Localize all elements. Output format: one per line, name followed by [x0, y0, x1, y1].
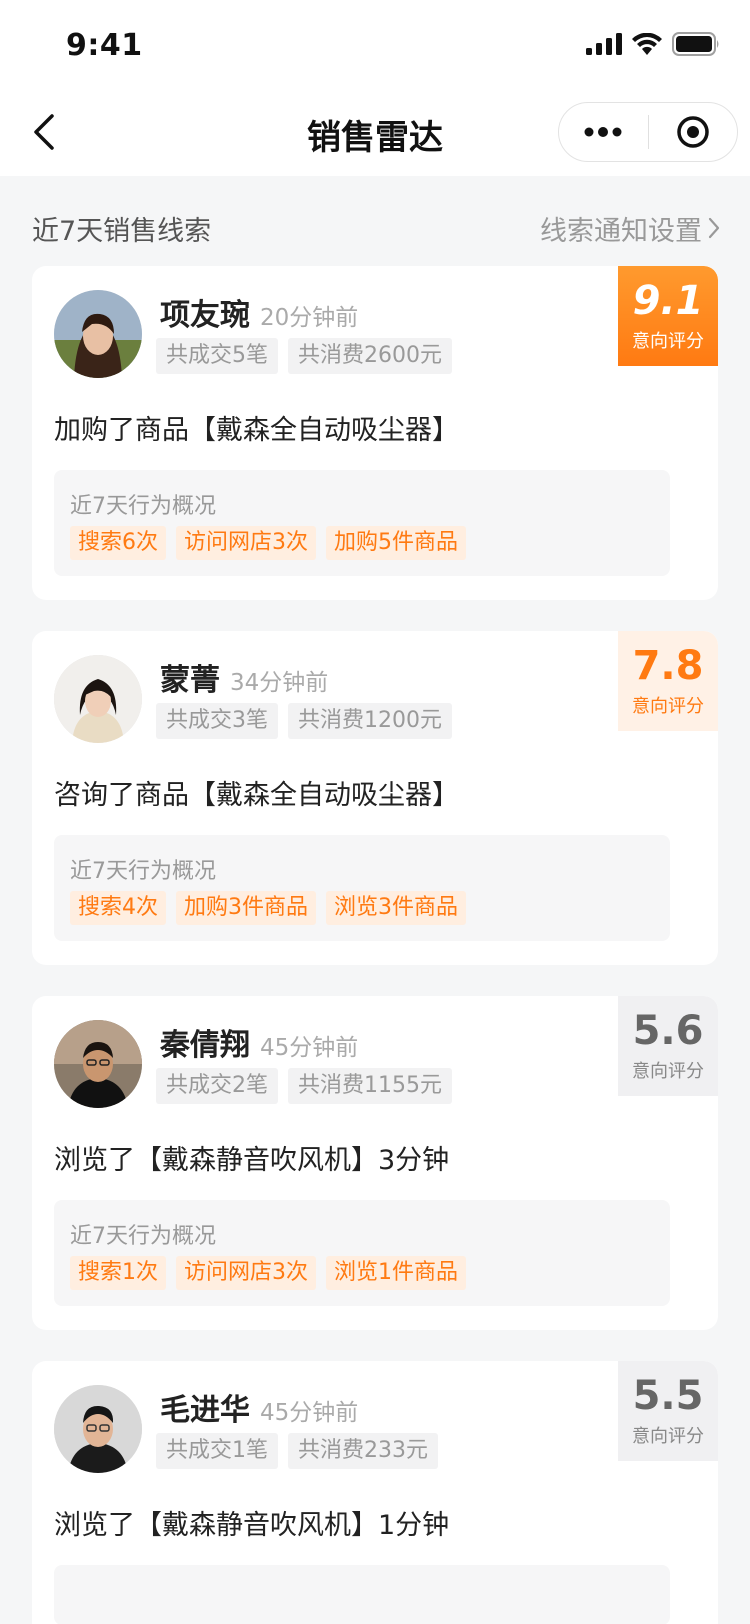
lead-time: 45分钟前 — [260, 1400, 359, 1426]
status-time: 9:41 — [66, 28, 143, 63]
avatar — [54, 1385, 142, 1473]
section-title: 近7天销售线索 — [32, 215, 212, 247]
stat-row: 共成交1笔 共消费233元 — [156, 1433, 438, 1469]
intent-score: 7.8 意向评分 — [618, 631, 718, 731]
behavior-title: 近7天行为概况 — [70, 494, 216, 519]
behavior-tag: 浏览3件商品 — [326, 891, 466, 925]
section-header: 近7天销售线索 线索通知设置 — [32, 208, 720, 248]
deal-count-badge: 共成交2笔 — [156, 1068, 278, 1104]
behavior-tag: 加购5件商品 — [326, 526, 466, 560]
spend-total-badge: 共消费1155元 — [288, 1068, 452, 1104]
behavior-tags: 搜索6次 访问网店3次 加购5件商品 — [70, 526, 466, 560]
lead-notification-settings-link[interactable]: 线索通知设置 — [540, 209, 720, 248]
behavior-summary: 近7天行为概况 搜索6次 访问网店3次 加购5件商品 — [54, 470, 670, 576]
behavior-title: 近7天行为概况 — [70, 859, 216, 884]
lead-name: 项友琬 — [160, 298, 250, 333]
score-value: 9.1 — [632, 278, 704, 324]
score-value: 7.8 — [632, 643, 704, 689]
behavior-tag: 访问网店3次 — [176, 526, 316, 560]
stat-row: 共成交5笔 共消费2600元 — [156, 338, 452, 374]
behavior-tag: 浏览1件商品 — [326, 1256, 466, 1290]
nav-bar: 销售雷达 — [0, 88, 750, 176]
spend-total-badge: 共消费233元 — [288, 1433, 438, 1469]
more-dots-icon — [584, 127, 622, 137]
behavior-tag: 搜索4次 — [70, 891, 166, 925]
intent-score: 5.5 意向评分 — [618, 1361, 718, 1461]
behavior-summary — [54, 1565, 670, 1624]
behavior-tags: 搜索1次 访问网店3次 浏览1件商品 — [70, 1256, 466, 1290]
behavior-summary: 近7天行为概况 搜索4次 加购3件商品 浏览3件商品 — [54, 835, 670, 941]
avatar — [54, 655, 142, 743]
avatar — [54, 1020, 142, 1108]
cellular-signal-icon — [586, 33, 622, 55]
lead-name: 毛进华 — [160, 1393, 250, 1428]
mini-program-capsule — [558, 102, 738, 162]
wifi-icon — [632, 33, 662, 55]
lead-action: 咨询了商品【戴森全自动吸尘器】 — [54, 780, 459, 811]
lead-card[interactable]: 项友琬 20分钟前 共成交5笔 共消费2600元 9.1 意向评分 加购了商品【… — [32, 266, 718, 600]
lead-name: 蒙菁 — [160, 663, 220, 698]
behavior-tag: 搜索6次 — [70, 526, 166, 560]
lead-time: 45分钟前 — [260, 1035, 359, 1061]
lead-time: 20分钟前 — [260, 305, 359, 331]
score-label: 意向评分 — [632, 1426, 704, 1447]
score-value: 5.5 — [632, 1373, 704, 1419]
lead-time: 34分钟前 — [230, 670, 329, 696]
lead-name: 秦倩翔 — [160, 1028, 250, 1063]
lead-card[interactable]: 秦倩翔 45分钟前 共成交2笔 共消费1155元 5.6 意向评分 浏览了【戴森… — [32, 996, 718, 1330]
lead-card[interactable]: 毛进华 45分钟前 共成交1笔 共消费233元 5.5 意向评分 浏览了【戴森静… — [32, 1361, 718, 1624]
behavior-tags: 搜索4次 加购3件商品 浏览3件商品 — [70, 891, 466, 925]
score-label: 意向评分 — [632, 696, 704, 717]
status-bar: 9:41 — [0, 0, 750, 88]
avatar — [54, 290, 142, 378]
spend-total-badge: 共消费2600元 — [288, 338, 452, 374]
behavior-title: 近7天行为概况 — [70, 1224, 216, 1249]
more-button[interactable] — [559, 103, 648, 161]
score-value: 5.6 — [632, 1008, 704, 1054]
score-label: 意向评分 — [632, 331, 704, 352]
score-label: 意向评分 — [632, 1061, 704, 1082]
target-circle-icon — [677, 116, 709, 148]
behavior-tag: 加购3件商品 — [176, 891, 316, 925]
intent-score: 9.1 意向评分 — [618, 266, 718, 366]
behavior-tag: 搜索1次 — [70, 1256, 166, 1290]
section-link-label: 线索通知设置 — [540, 215, 702, 247]
stat-row: 共成交3笔 共消费1200元 — [156, 703, 452, 739]
behavior-summary: 近7天行为概况 搜索1次 访问网店3次 浏览1件商品 — [54, 1200, 670, 1306]
spend-total-badge: 共消费1200元 — [288, 703, 452, 739]
intent-score: 5.6 意向评分 — [618, 996, 718, 1096]
deal-count-badge: 共成交5笔 — [156, 338, 278, 374]
lead-action: 加购了商品【戴森全自动吸尘器】 — [54, 415, 459, 446]
behavior-tag: 访问网店3次 — [176, 1256, 316, 1290]
deal-count-badge: 共成交3笔 — [156, 703, 278, 739]
lead-action: 浏览了【戴森静音吹风机】1分钟 — [54, 1510, 450, 1541]
lead-card[interactable]: 蒙菁 34分钟前 共成交3笔 共消费1200元 7.8 意向评分 咨询了商品【戴… — [32, 631, 718, 965]
chevron-right-icon — [708, 217, 720, 239]
close-mini-program-button[interactable] — [649, 103, 738, 161]
lead-action: 浏览了【戴森静音吹风机】3分钟 — [54, 1145, 450, 1176]
battery-icon — [672, 32, 719, 56]
deal-count-badge: 共成交1笔 — [156, 1433, 278, 1469]
status-icons — [586, 32, 720, 56]
stat-row: 共成交2笔 共消费1155元 — [156, 1068, 452, 1104]
